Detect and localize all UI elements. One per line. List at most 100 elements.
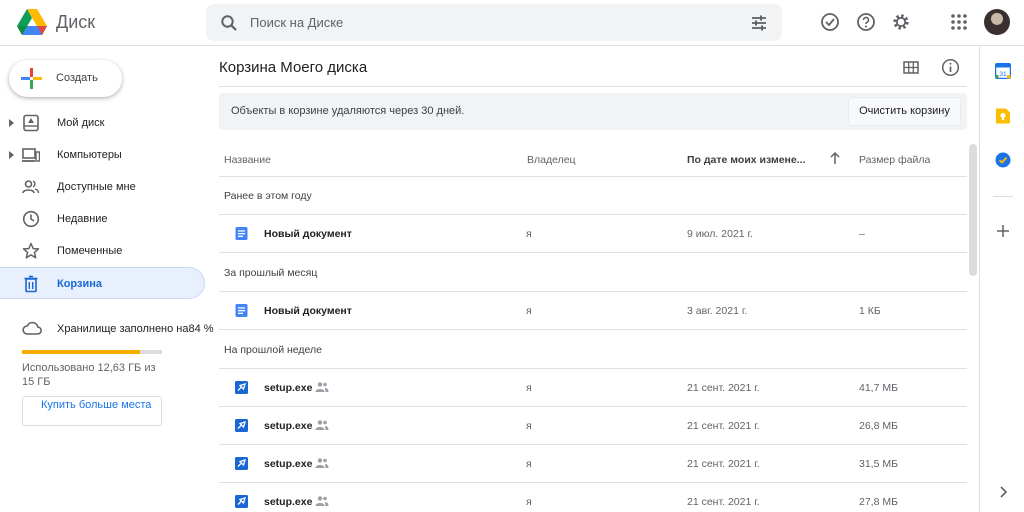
help-icon[interactable] (856, 12, 876, 32)
sidebar-item-label: Доступные мне (57, 181, 136, 193)
empty-trash-button[interactable]: Очистить корзину (848, 97, 961, 126)
row-divider (219, 252, 967, 253)
search-bar[interactable] (206, 4, 782, 41)
executable-file-icon (235, 381, 248, 394)
star-icon (22, 242, 40, 259)
buy-storage-button[interactable]: Купить больше места (22, 396, 162, 426)
scrollbar-thumb[interactable] (969, 144, 977, 276)
header-divider (219, 176, 967, 177)
table-row[interactable]: setup.exe я 21 сент. 2021 г. 31,5 МБ (219, 444, 967, 482)
file-name: Новый документ (264, 305, 352, 317)
sidebar-item-shared-with-me[interactable]: Доступные мне (0, 172, 205, 202)
page-title: Корзина Моего диска (219, 59, 368, 76)
row-divider (219, 329, 967, 330)
trash-notice-text: Объекты в корзине удаляются через 30 дне… (231, 105, 465, 117)
file-owner: я (526, 228, 532, 240)
search-icon[interactable] (220, 14, 238, 32)
file-date: 21 сент. 2021 г. (687, 458, 760, 470)
table-row[interactable]: Новый документ я 3 авг. 2021 г. 1 КБ (219, 291, 967, 329)
sidebar-item-recent[interactable]: Недавние (0, 204, 205, 234)
offline-ready-icon[interactable] (820, 12, 840, 32)
clock-icon (22, 210, 40, 228)
file-size: – (859, 228, 865, 240)
file-owner: я (526, 305, 532, 317)
file-name: setup.exe (264, 458, 313, 470)
apps-grid-icon[interactable] (949, 12, 969, 32)
file-owner: я (526, 420, 532, 432)
file-date: 3 авг. 2021 г. (687, 305, 748, 317)
sidebar-item-trash[interactable]: Корзина (0, 267, 205, 299)
expand-arrow-icon[interactable] (9, 119, 14, 127)
storage-used-text: Использовано 12,63 ГБ из 15 ГБ (22, 362, 156, 388)
sidebar-item-label: Компьютеры (57, 149, 122, 161)
search-options-icon[interactable] (750, 14, 768, 32)
search-input[interactable] (250, 10, 730, 35)
plus-icon (21, 68, 42, 89)
executable-file-icon (235, 419, 248, 432)
shared-with-me-icon (22, 180, 40, 194)
info-icon[interactable] (941, 58, 960, 77)
shared-people-icon (315, 458, 329, 468)
file-name: setup.exe (264, 496, 313, 508)
shared-people-icon (315, 382, 329, 392)
sidebar-item-label: Помеченные (57, 245, 123, 257)
file-name: setup.exe (264, 420, 313, 432)
executable-file-icon (235, 457, 248, 470)
sidebar-item-label: Недавние (57, 213, 108, 225)
drive-logo-icon[interactable] (16, 8, 48, 36)
column-header-date[interactable]: По дате моих измене... (687, 154, 806, 166)
file-name: setup.exe (264, 382, 313, 394)
storage-title: Хранилище заполнено на84 % (57, 323, 214, 335)
create-button[interactable]: Создать (9, 60, 122, 97)
top-bar: Диск (0, 0, 1024, 46)
side-panel: 31 (979, 46, 1024, 512)
column-header-name[interactable]: Название (224, 154, 271, 166)
file-size: 41,7 МБ (859, 382, 898, 394)
file-owner: я (526, 496, 532, 508)
title-divider (219, 86, 967, 87)
executable-file-icon (235, 495, 248, 508)
file-size: 1 КБ (859, 305, 881, 317)
storage-usage-fill (22, 350, 140, 354)
add-addon-plus-icon[interactable] (996, 224, 1010, 238)
tasks-icon[interactable] (995, 152, 1011, 168)
computers-icon (22, 148, 40, 162)
trash-icon (24, 275, 38, 293)
expand-arrow-icon[interactable] (9, 151, 14, 159)
sidebar-item-starred[interactable]: Помеченные (0, 236, 205, 266)
sort-ascending-arrow-icon[interactable] (828, 151, 842, 165)
sidebar-item-label: Корзина (57, 278, 102, 290)
file-size: 27,8 МБ (859, 496, 898, 508)
file-date: 21 сент. 2021 г. (687, 420, 760, 432)
column-header-owner[interactable]: Владелец (527, 154, 576, 166)
svg-text:31: 31 (999, 71, 1007, 78)
section-heading: Ранее в этом году (224, 190, 312, 202)
side-panel-divider (993, 196, 1013, 197)
cloud-icon (22, 321, 42, 335)
table-row[interactable]: Новый документ я 9 июл. 2021 г. – (219, 214, 967, 252)
file-date: 21 сент. 2021 г. (687, 382, 760, 394)
app-name[interactable]: Диск (56, 12, 95, 33)
grid-view-icon[interactable] (902, 59, 920, 77)
calendar-icon[interactable]: 31 (995, 63, 1011, 79)
settings-gear-icon[interactable] (891, 12, 911, 32)
sidebar-item-my-drive[interactable]: Мой диск (0, 108, 205, 138)
file-size: 26,8 МБ (859, 420, 898, 432)
section-heading: На прошлой неделе (224, 344, 322, 356)
chevron-right-icon[interactable] (998, 486, 1008, 498)
table-row[interactable]: setup.exe я 21 сент. 2021 г. 41,7 МБ (219, 368, 967, 406)
sidebar-item-label: Мой диск (57, 117, 105, 129)
storage-usage-bar (22, 350, 162, 354)
table-row[interactable]: setup.exe я 21 сент. 2021 г. 26,8 МБ (219, 406, 967, 444)
shared-people-icon (315, 420, 329, 430)
google-doc-icon (235, 227, 248, 240)
keep-notes-icon[interactable] (995, 108, 1011, 124)
column-header-size[interactable]: Размер файла (859, 154, 930, 166)
file-owner: я (526, 458, 532, 470)
section-heading: За прошлый месяц (224, 267, 318, 279)
account-avatar[interactable] (984, 9, 1010, 35)
file-date: 21 сент. 2021 г. (687, 496, 760, 508)
table-row[interactable]: setup.exe я 21 сент. 2021 г. 27,8 МБ (219, 482, 967, 512)
shared-people-icon (315, 496, 329, 506)
sidebar-item-computers[interactable]: Компьютеры (0, 140, 205, 170)
